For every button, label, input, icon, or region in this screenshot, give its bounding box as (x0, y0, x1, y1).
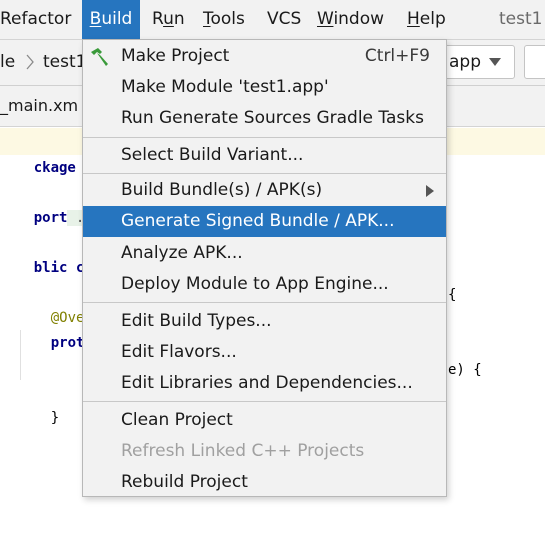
menu-item-label: Run Generate Sources Gradle Tasks (121, 108, 424, 128)
code-keyword: port (33, 210, 68, 226)
breadcrumb-chevron-icon (26, 54, 34, 70)
dropdown-arrow-icon (489, 58, 501, 66)
menu-item-label: Deploy Module to App Engine... (121, 274, 389, 294)
breadcrumb-project[interactable]: test1 (43, 40, 86, 85)
indent-guide (20, 330, 21, 380)
menu-item-build-bundle-apk[interactable]: Build Bundle(s) / APK(s) (83, 175, 446, 206)
window-title: test1 (499, 9, 543, 29)
menu-item-make-module[interactable]: Make Module 'test1.app' (83, 72, 446, 103)
menu-help[interactable]: Help (407, 0, 446, 39)
menu-run[interactable]: Run (152, 0, 185, 39)
menu-item-label: Edit Libraries and Dependencies... (121, 373, 413, 393)
build-menu: Make Project Ctrl+F9 Make Module 'test1.… (82, 39, 447, 497)
menu-build[interactable]: Build (82, 0, 140, 39)
menu-item-label: Generate Signed Bundle / APK... (121, 211, 395, 231)
menu-item-label: Make Module 'test1.app' (121, 77, 329, 97)
menu-item-shortcut: Ctrl+F9 (364, 46, 430, 66)
hammer-icon (91, 48, 108, 66)
menu-item-label: Edit Flavors... (121, 342, 237, 362)
menu-vcs[interactable]: VCS (267, 0, 301, 39)
menu-item-run-generate-sources[interactable]: Run Generate Sources Gradle Tasks (83, 103, 446, 134)
menu-separator (83, 302, 446, 303)
menu-item-label: Clean Project (121, 410, 233, 430)
menu-item-generate-signed-bundle[interactable]: Generate Signed Bundle / APK... (83, 206, 446, 237)
menu-item-label: Rebuild Project (121, 472, 248, 492)
run-config-label: app (449, 52, 481, 72)
menu-item-deploy-app-engine[interactable]: Deploy Module to App Engine... (83, 269, 446, 300)
run-button[interactable] (524, 45, 545, 79)
menu-bar: Refactor Build Run Tools VCS Window Help… (0, 0, 545, 40)
menu-item-label: Analyze APK... (121, 243, 243, 263)
menu-refactor[interactable]: Refactor (0, 0, 71, 39)
code-keyword: ckage (33, 160, 76, 176)
menu-item-label: Edit Build Types... (121, 311, 272, 331)
menu-item-label: Refresh Linked C++ Projects (121, 441, 365, 461)
menu-item-refresh-linked-cpp: Refresh Linked C++ Projects (83, 436, 446, 467)
submenu-arrow-icon (426, 185, 434, 197)
menu-tools[interactable]: Tools (203, 0, 245, 39)
menu-separator (83, 137, 446, 138)
menu-window-label: Window (317, 9, 385, 29)
menu-item-edit-libraries[interactable]: Edit Libraries and Dependencies... (83, 368, 446, 399)
menu-window[interactable]: Window (317, 0, 384, 39)
menu-item-clean-project[interactable]: Clean Project (83, 405, 446, 436)
menu-item-analyze-apk[interactable]: Analyze APK... (83, 238, 446, 269)
menu-item-label: Select Build Variant... (121, 145, 304, 165)
menu-item-make-project[interactable]: Make Project Ctrl+F9 (83, 41, 446, 72)
menu-tools-label: Tools (203, 9, 245, 29)
menu-item-rebuild-project[interactable]: Rebuild Project (83, 467, 446, 498)
menu-build-mnemonic: B (89, 9, 102, 29)
code-keyword: blic (33, 260, 68, 276)
menu-item-edit-flavors[interactable]: Edit Flavors... (83, 337, 446, 368)
menu-item-label: Make Project (121, 46, 230, 66)
menu-build-rest: uild (101, 9, 133, 29)
menu-item-label: Build Bundle(s) / APK(s) (121, 180, 323, 200)
menu-separator (83, 401, 446, 402)
code-brace: } (50, 410, 60, 426)
menu-item-edit-build-types[interactable]: Edit Build Types... (83, 306, 446, 337)
menu-vcs-label: VCS (267, 9, 302, 29)
menu-item-select-build-variant[interactable]: Select Build Variant... (83, 140, 446, 171)
editor-tab[interactable]: _main.xm (0, 86, 78, 126)
menu-run-label: Run (152, 9, 185, 29)
menu-help-label: Help (407, 9, 446, 29)
breadcrumb-module[interactable]: le (0, 40, 15, 85)
menu-separator (83, 173, 446, 174)
